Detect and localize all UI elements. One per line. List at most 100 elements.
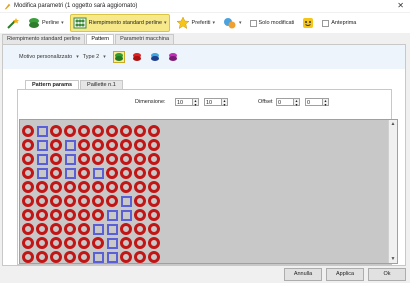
ring-bead[interactable] (134, 181, 146, 193)
ring-bead[interactable] (148, 181, 160, 193)
ring-bead[interactable] (148, 167, 160, 179)
ring-bead[interactable] (78, 167, 90, 179)
ring-bead[interactable] (78, 223, 90, 235)
tab-riempimento[interactable]: Riempimento standard perline (2, 34, 86, 44)
ring-bead[interactable] (134, 209, 146, 221)
wand-button[interactable] (4, 15, 22, 31)
ring-bead[interactable] (148, 251, 160, 263)
square-bead[interactable] (36, 139, 48, 151)
ring-bead[interactable] (64, 223, 76, 235)
offset-y-stepper[interactable]: 0 ▲ ▼ (305, 97, 329, 107)
ring-bead[interactable] (134, 167, 146, 179)
square-bead[interactable] (92, 223, 104, 235)
ring-bead[interactable] (22, 209, 34, 221)
ring-bead[interactable] (148, 223, 160, 235)
square-bead[interactable] (92, 167, 104, 179)
ring-bead[interactable] (106, 195, 118, 207)
ring-bead[interactable] (92, 181, 104, 193)
ring-bead[interactable] (78, 181, 90, 193)
square-bead[interactable] (92, 251, 104, 263)
ring-bead[interactable] (22, 223, 34, 235)
ring-bead[interactable] (106, 153, 118, 165)
anteprima-checkbox[interactable] (322, 19, 330, 27)
ring-bead[interactable] (78, 209, 90, 221)
ring-bead[interactable] (78, 237, 90, 249)
preview-icon-button[interactable] (300, 15, 316, 31)
ring-bead[interactable] (22, 251, 34, 263)
ring-bead[interactable] (134, 223, 146, 235)
tab-pattern[interactable]: Pattern (86, 34, 115, 44)
ring-bead[interactable] (50, 167, 62, 179)
tools-button[interactable]: ▾ (221, 15, 244, 31)
anteprima-toggle[interactable]: Anteprima (320, 15, 358, 31)
ring-bead[interactable] (50, 181, 62, 193)
ring-bead[interactable] (92, 209, 104, 221)
riempimento-button[interactable]: Riempimento standard perline ▾ (69, 14, 170, 32)
ok-button[interactable]: Ok (368, 268, 406, 281)
ring-bead[interactable] (120, 125, 132, 137)
offset-x-stepper[interactable]: 0 ▲ ▼ (276, 97, 300, 107)
square-bead[interactable] (36, 153, 48, 165)
square-bead[interactable] (120, 195, 132, 207)
ring-bead[interactable] (36, 209, 48, 221)
ring-bead[interactable] (78, 251, 90, 263)
height-input[interactable]: 10 (204, 98, 222, 106)
green-bead-button[interactable] (112, 51, 125, 63)
square-bead[interactable] (106, 237, 118, 249)
scroll-up-icon[interactable]: ▲ (389, 120, 397, 128)
ring-bead[interactable] (134, 251, 146, 263)
ring-bead[interactable] (22, 181, 34, 193)
ring-bead[interactable] (106, 167, 118, 179)
ring-bead[interactable] (36, 223, 48, 235)
spin-arrows-icon[interactable]: ▲ ▼ (193, 98, 199, 107)
chevron-down-icon[interactable]: ▾ (103, 54, 106, 60)
offset-y-input[interactable]: 0 (305, 98, 323, 106)
ring-bead[interactable] (148, 237, 160, 249)
ring-bead[interactable] (50, 153, 62, 165)
ring-bead[interactable] (120, 251, 132, 263)
annulla-button[interactable]: Annulla (284, 268, 322, 281)
ring-bead[interactable] (92, 153, 104, 165)
ring-bead[interactable] (22, 167, 34, 179)
square-bead[interactable] (36, 167, 48, 179)
square-bead[interactable] (64, 167, 76, 179)
ring-bead[interactable] (50, 209, 62, 221)
close-icon[interactable]: ✕ (397, 1, 404, 11)
width-stepper[interactable]: 10 ▲ ▼ (175, 97, 199, 107)
ring-bead[interactable] (78, 125, 90, 137)
ring-bead[interactable] (22, 153, 34, 165)
ring-bead[interactable] (148, 195, 160, 207)
scroll-down-icon[interactable]: ▼ (389, 255, 397, 263)
ring-bead[interactable] (134, 139, 146, 151)
ring-bead[interactable] (22, 237, 34, 249)
ring-bead[interactable] (78, 195, 90, 207)
solo-modificati-checkbox[interactable] (249, 19, 257, 27)
ring-bead[interactable] (120, 167, 132, 179)
solo-modificati-toggle[interactable]: Solo modificati (248, 15, 297, 31)
perline-button[interactable]: Perline ▾ (26, 15, 66, 31)
square-bead[interactable] (36, 125, 48, 137)
ring-bead[interactable] (106, 139, 118, 151)
ring-bead[interactable] (120, 223, 132, 235)
ring-bead[interactable] (50, 139, 62, 151)
ring-bead[interactable] (64, 195, 76, 207)
square-bead[interactable] (106, 251, 118, 263)
spin-arrows-icon[interactable]: ▲ ▼ (323, 98, 329, 107)
square-bead[interactable] (64, 139, 76, 151)
preferiti-button[interactable]: Preferiti ▾ (174, 15, 217, 31)
ring-bead[interactable] (148, 153, 160, 165)
chevron-down-icon[interactable]: ▾ (76, 54, 79, 60)
square-bead[interactable] (106, 223, 118, 235)
square-bead[interactable] (64, 153, 76, 165)
applica-button[interactable]: Applica (326, 268, 364, 281)
ring-bead[interactable] (22, 195, 34, 207)
ring-bead[interactable] (120, 181, 132, 193)
ring-bead[interactable] (106, 125, 118, 137)
ring-bead[interactable] (134, 153, 146, 165)
width-input[interactable]: 10 (175, 98, 193, 106)
ring-bead[interactable] (134, 195, 146, 207)
ring-bead[interactable] (134, 237, 146, 249)
tab-parametri-macchina[interactable]: Parametri macchina (115, 34, 175, 44)
ring-bead[interactable] (78, 153, 90, 165)
ring-bead[interactable] (92, 195, 104, 207)
